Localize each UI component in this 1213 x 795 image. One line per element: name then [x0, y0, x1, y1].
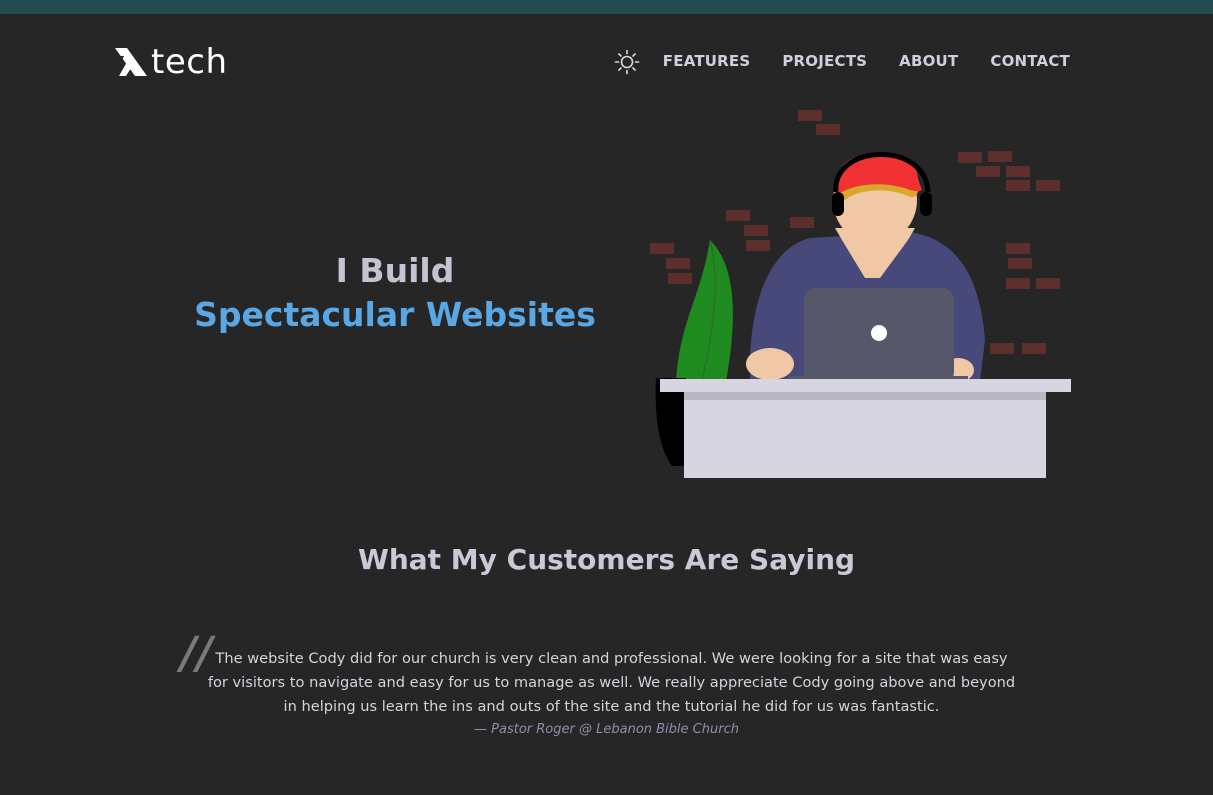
nav-about-link[interactable]: ABOUT	[899, 52, 958, 70]
desk-body	[684, 400, 1046, 478]
developer-illustration	[650, 110, 1071, 478]
testimonials-title: What My Customers Are Saying	[357, 543, 856, 576]
nav-features-link[interactable]: FEATURES	[663, 52, 751, 70]
site-logo[interactable]: tech	[113, 44, 228, 80]
logo-text: tech	[151, 42, 228, 82]
main-nav: FEATURES PROJECTS ABOUT CONTACT	[663, 52, 1070, 70]
testimonial-author: — Pastor Roger @ Lebanon Bible Church	[474, 722, 739, 737]
logo-mark-icon	[115, 48, 147, 76]
hero-line-2: Spectacular Websites	[194, 295, 596, 334]
desk-top	[660, 379, 1071, 392]
nav-projects-link[interactable]: PROJECTS	[782, 52, 867, 70]
top-accent-bar	[0, 0, 1213, 14]
nav-contact-link[interactable]: CONTACT	[990, 52, 1070, 70]
theme-toggle-button[interactable]	[614, 49, 640, 75]
hero-heading: I Build Spectacular Websites	[180, 250, 610, 338]
testimonial-quote: The website Cody did for our church is v…	[207, 650, 1016, 715]
sun-icon	[614, 49, 640, 75]
hero-line-1: I Build	[335, 251, 455, 290]
